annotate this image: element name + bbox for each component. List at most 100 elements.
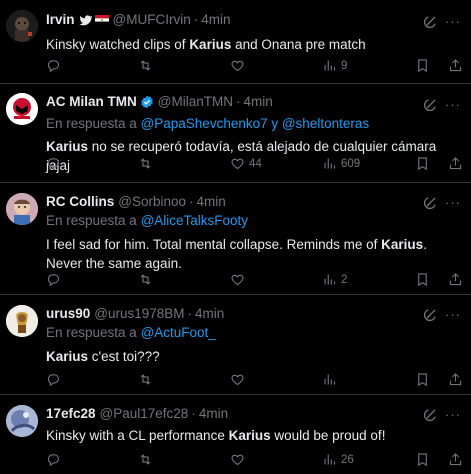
- bookmark-button[interactable]: [415, 58, 430, 73]
- grok-icon[interactable]: [423, 194, 439, 210]
- reply-to-link[interactable]: @PapaShevchenko7 y @sheltonteras: [141, 116, 370, 131]
- grok-icon[interactable]: [423, 406, 439, 422]
- reply-prefix: En respuesta a: [46, 325, 141, 340]
- retweet-icon: [140, 374, 151, 385]
- tweet-text: Kinsky with a CL performance Karius woul…: [46, 426, 463, 445]
- retweet-button[interactable]: [138, 372, 230, 387]
- more-options-icon[interactable]: ···: [445, 14, 461, 29]
- more-options-icon[interactable]: ···: [445, 97, 461, 112]
- text-segment: would be proud of!: [270, 428, 386, 443]
- verified-badge-icon: [140, 95, 153, 109]
- views-chart-icon: [324, 60, 336, 71]
- tweet[interactable]: AC Milan TMN @MilanTMN · 4min En respues…: [0, 84, 471, 183]
- timestamp[interactable]: 4min: [195, 305, 224, 323]
- reply-icon: [47, 158, 60, 171]
- share-button[interactable]: [448, 272, 463, 287]
- timestamp[interactable]: 4min: [197, 193, 226, 211]
- views-button[interactable]: 26: [322, 452, 414, 467]
- retweet-button[interactable]: [138, 156, 230, 171]
- share-icon: [449, 59, 462, 72]
- retweet-button[interactable]: [138, 452, 230, 467]
- reply-button[interactable]: [46, 372, 138, 387]
- reply-to-link[interactable]: @AliceTalksFooty: [141, 213, 249, 228]
- like-button[interactable]: [230, 452, 322, 467]
- display-name[interactable]: 17efc28: [46, 405, 96, 423]
- grok-icon[interactable]: [423, 306, 439, 322]
- grok-icon[interactable]: [423, 13, 439, 29]
- share-button[interactable]: [448, 372, 463, 387]
- retweet-button[interactable]: [138, 58, 230, 73]
- bookmark-button[interactable]: [415, 272, 430, 287]
- avatar[interactable]: [6, 93, 38, 125]
- bookmark-icon: [418, 273, 427, 287]
- reply-button[interactable]: [46, 272, 138, 287]
- more-options-icon[interactable]: ···: [445, 307, 461, 322]
- text-segment: c'est toi???: [88, 349, 160, 364]
- more-options-icon[interactable]: ···: [445, 195, 461, 210]
- like-button[interactable]: 44: [230, 156, 322, 171]
- bookmark-icon: [418, 373, 427, 387]
- separator-dot: ·: [193, 12, 199, 27]
- bookmark-button[interactable]: [415, 156, 430, 171]
- retweet-icon: [140, 60, 151, 71]
- text-segment-bold: Karius: [46, 139, 89, 154]
- user-handle[interactable]: @urus1978BM: [94, 305, 184, 323]
- avatar[interactable]: [6, 405, 38, 437]
- reply-icon: [47, 454, 60, 467]
- grok-icon[interactable]: [423, 96, 439, 112]
- share-icon: [449, 273, 462, 286]
- timestamp[interactable]: 4min: [199, 405, 228, 423]
- views-button[interactable]: 9: [322, 58, 414, 73]
- share-button[interactable]: [448, 452, 463, 467]
- timestamp[interactable]: 4min: [201, 11, 230, 29]
- views-button[interactable]: [322, 372, 414, 387]
- separator-dot: ·: [191, 406, 196, 421]
- reply-button[interactable]: [46, 156, 138, 171]
- text-segment: Kinsky watched clips of: [46, 37, 190, 52]
- display-name[interactable]: AC Milan TMN: [46, 93, 137, 111]
- bookmark-icon: [418, 59, 427, 73]
- reply-button[interactable]: [46, 58, 138, 73]
- reply-context: En respuesta a @AliceTalksFooty: [46, 212, 463, 230]
- timestamp[interactable]: 4min: [243, 93, 272, 111]
- text-segment-bold: Karius: [46, 349, 89, 364]
- tweet[interactable]: 17efc28 @Paul17efc28 · 4min Kinsky with …: [0, 395, 471, 474]
- like-count: 44: [249, 157, 262, 170]
- like-button[interactable]: [230, 272, 322, 287]
- display-name[interactable]: urus90: [46, 305, 90, 323]
- share-button[interactable]: [448, 156, 463, 171]
- like-button[interactable]: [230, 58, 322, 73]
- egypt-flag-icon: [94, 15, 109, 25]
- bookmark-button[interactable]: [415, 452, 430, 467]
- user-handle[interactable]: @Paul17efc28: [100, 405, 189, 423]
- text-segment: Kinsky with a CL performance: [46, 428, 229, 443]
- avatar[interactable]: [6, 10, 38, 42]
- tweet[interactable]: Irvin @MUFCIrvin · 4min Kinsky watched c…: [0, 0, 471, 84]
- more-options-icon[interactable]: ···: [445, 407, 461, 422]
- share-icon: [449, 453, 462, 466]
- views-count: 609: [341, 157, 361, 170]
- reply-to-link[interactable]: @ActuFoot_: [141, 325, 216, 340]
- tweet[interactable]: RC Collins @Sorbinoo · 4min En respuesta…: [0, 183, 471, 295]
- user-handle[interactable]: @MilanTMN: [158, 93, 233, 111]
- avatar[interactable]: [6, 305, 38, 337]
- heart-icon: [231, 60, 244, 72]
- like-button[interactable]: [230, 372, 322, 387]
- reply-button[interactable]: [46, 452, 138, 467]
- display-name[interactable]: Irvin: [46, 11, 75, 29]
- tweet[interactable]: urus90 @urus1978BM · 4min En respuesta a…: [0, 295, 471, 395]
- views-button[interactable]: 609: [322, 156, 414, 171]
- bookmark-button[interactable]: [415, 372, 430, 387]
- views-chart-icon: [324, 158, 336, 169]
- user-handle[interactable]: @Sorbinoo: [118, 193, 186, 211]
- retweet-button[interactable]: [138, 272, 230, 287]
- share-button[interactable]: [448, 58, 463, 73]
- views-count: 9: [341, 59, 348, 72]
- user-handle[interactable]: @MUFCIrvin: [113, 11, 191, 29]
- views-button[interactable]: 2: [322, 272, 414, 287]
- separator-dot: ·: [235, 94, 241, 109]
- text-segment: I feel sad for him. Total mental collaps…: [46, 237, 382, 252]
- display-name[interactable]: RC Collins: [46, 193, 114, 211]
- avatar[interactable]: [6, 193, 38, 225]
- text-segment-bold: Karius: [228, 428, 271, 443]
